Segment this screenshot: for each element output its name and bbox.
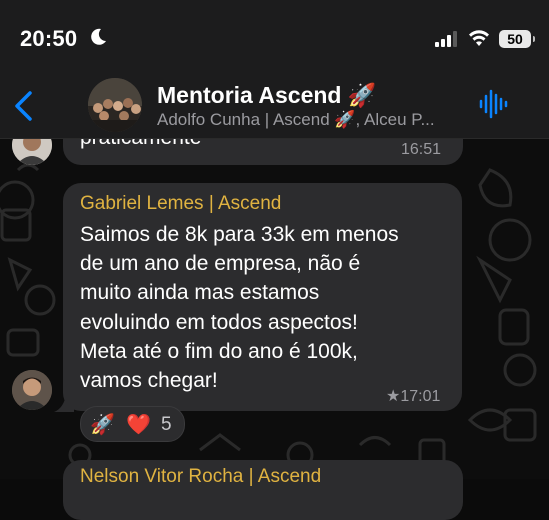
message-time: 16:51 — [401, 141, 442, 158]
group-avatar[interactable] — [88, 78, 142, 132]
reaction-count: 5 — [161, 414, 172, 435]
voice-chat-icon[interactable] — [478, 89, 508, 119]
message-line: muito ainda mas estamos — [80, 281, 320, 305]
back-icon[interactable] — [12, 90, 34, 122]
wifi-icon — [469, 30, 489, 46]
chat-members[interactable]: Adolfo Cunha | Ascend 🚀, Alceu P... — [157, 110, 435, 130]
moon-icon — [91, 28, 106, 45]
rocket-reaction[interactable]: 🚀 — [90, 412, 115, 437]
message-line: evoluindo em todos aspectos! — [80, 310, 358, 334]
message-time: ★17:01 — [386, 388, 441, 405]
message-line: Saimos de 8k para 33k em menos — [80, 223, 399, 246]
sender-name[interactable]: Nelson Vitor Rocha | Ascend — [80, 466, 321, 488]
sender-avatar[interactable] — [12, 370, 52, 410]
bubble-tail — [54, 394, 74, 412]
heart-reaction[interactable]: ❤️ — [126, 412, 151, 437]
message-line: Meta até o fim do ano é 100k, — [80, 339, 358, 363]
chat-header: 20:50 50 Mentoria Ascend 🚀 Adolfo Cunha … — [0, 0, 549, 139]
signal-icon — [435, 31, 457, 47]
battery-icon: 50 — [499, 30, 535, 48]
sender-name[interactable]: Gabriel Lemes | Ascend — [80, 193, 281, 215]
chat-title[interactable]: Mentoria Ascend 🚀 — [157, 82, 377, 109]
message-line: de um ano de empresa, não é — [80, 252, 361, 276]
message-text: Saimos de 8k para 33k em menos de um ano… — [80, 220, 460, 395]
status-time: 20:50 — [20, 26, 78, 51]
